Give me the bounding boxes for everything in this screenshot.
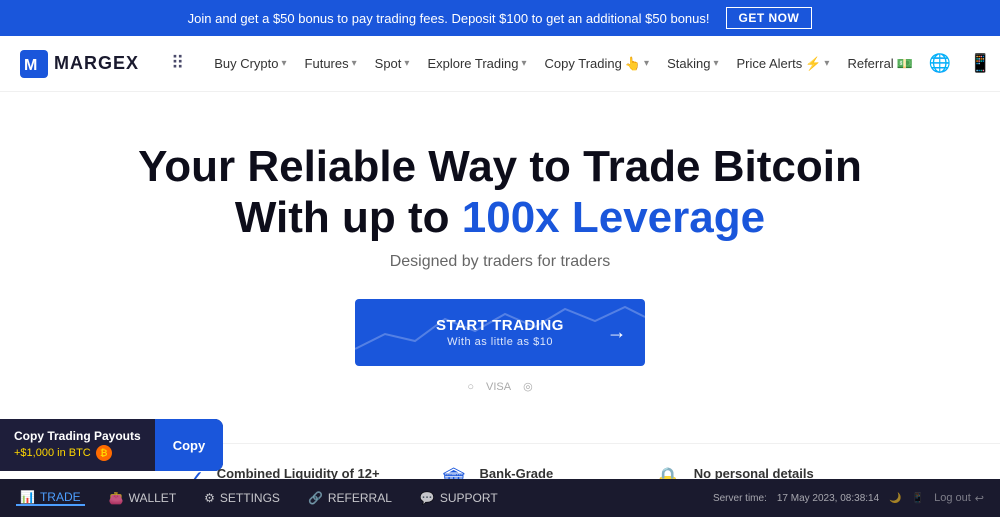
chevron-down-icon: ▾ <box>522 58 527 69</box>
bottom-tab-referral[interactable]: 🔗 REFERRAL <box>304 491 396 505</box>
nav-futures[interactable]: Futures ▾ <box>299 50 363 77</box>
chevron-down-icon: ▾ <box>713 58 718 69</box>
server-info: Server time: 17 May 2023, 08:38:14 🌙 📱 L… <box>713 492 984 505</box>
globe-icon[interactable]: 🌐 <box>925 49 955 78</box>
copy-trading-emoji: 👆 <box>625 56 641 72</box>
nav-price-alerts[interactable]: Price Alerts ⚡ ▾ <box>730 50 835 78</box>
support-icon: 💬 <box>420 491 435 505</box>
bottom-tab-support[interactable]: 💬 SUPPORT <box>416 491 502 505</box>
bottom-tab-trade[interactable]: 📊 TRADE <box>16 490 85 506</box>
bottom-tab-wallet-label: WALLET <box>129 491 177 505</box>
get-now-button[interactable]: GET NOW <box>726 7 813 29</box>
bottom-tab-wallet[interactable]: 👛 WALLET <box>105 491 181 505</box>
hero-line2-plain: With up to <box>235 193 462 242</box>
navbar: M MARGEX ⠿ Buy Crypto ▾ Futures ▾ Spot ▾… <box>0 36 1000 92</box>
logo[interactable]: M MARGEX <box>20 50 139 78</box>
bottom-tab-referral-label: REFERRAL <box>328 491 392 505</box>
nav-right: 🌐 📱 LOGIN START TRADING <box>925 41 1000 87</box>
server-time-value: 17 May 2023, 08:38:14 <box>777 493 879 504</box>
payment-icon-paypal: ○ <box>467 381 474 393</box>
settings-icon: ⚙ <box>204 491 215 505</box>
banner-text: Join and get a $50 bonus to pay trading … <box>188 11 710 26</box>
cta-label: START TRADING <box>436 317 564 334</box>
apps-icon[interactable]: ⠿ <box>167 49 188 78</box>
hero-subtitle: Designed by traders for traders <box>20 253 980 271</box>
logout-button[interactable]: Log out ↩ <box>934 492 984 505</box>
popup-copy-button[interactable]: Copy <box>155 419 224 471</box>
nav-copy-trading[interactable]: Copy Trading 👆 ▾ <box>539 50 656 78</box>
chevron-down-icon: ▾ <box>824 58 829 69</box>
chevron-down-icon: ▾ <box>404 58 409 69</box>
hero-section: Your Reliable Way to Trade Bitcoin With … <box>0 92 1000 443</box>
hero-cta-button[interactable]: START TRADING With as little as $10 → <box>355 299 645 366</box>
popup-title: Copy Trading Payouts <box>14 429 141 443</box>
payment-icon-mastercard: ◎ <box>523 380 533 393</box>
top-banner: Join and get a $50 bonus to pay trading … <box>0 0 1000 36</box>
nav-explore-trading[interactable]: Explore Trading ▾ <box>421 50 532 77</box>
cta-sublabel: With as little as $10 <box>447 336 553 348</box>
cta-wrapper: START TRADING With as little as $10 → <box>20 299 980 366</box>
arrow-right-icon: → <box>607 321 628 344</box>
moon-icon: 🌙 <box>889 493 901 504</box>
svg-text:M: M <box>24 57 37 74</box>
referral-icon: 🔗 <box>308 491 323 505</box>
hero-headline: Your Reliable Way to Trade Bitcoin With … <box>20 142 980 243</box>
chevron-down-icon: ▾ <box>644 58 649 69</box>
hero-line1: Your Reliable Way to Trade Bitcoin <box>138 142 862 191</box>
bottom-tab-trade-label: TRADE <box>40 490 81 504</box>
payment-icons: ○ VISA ◎ <box>20 380 980 393</box>
bottom-trading-bar: 📊 TRADE 👛 WALLET ⚙ SETTINGS 🔗 REFERRAL 💬… <box>0 479 1000 517</box>
nav-staking[interactable]: Staking ▾ <box>661 50 724 77</box>
bottom-tab-settings-label: SETTINGS <box>220 491 280 505</box>
popup-value: +$1,000 in BTC ₿ <box>14 445 141 461</box>
referral-emoji: 💵 <box>897 56 913 72</box>
popup-value-text: +$1,000 in BTC <box>14 447 91 459</box>
price-alerts-emoji: ⚡ <box>805 56 821 72</box>
chevron-down-icon: ▾ <box>282 58 287 69</box>
bitcoin-badge: ₿ <box>96 445 112 461</box>
nav-referral[interactable]: Referral 💵 <box>841 50 918 78</box>
hero-line2-highlight: 100x Leverage <box>462 193 765 242</box>
chevron-down-icon: ▾ <box>352 58 357 69</box>
popup-info: Copy Trading Payouts +$1,000 in BTC ₿ <box>0 419 155 471</box>
copy-trading-popup: Copy Trading Payouts +$1,000 in BTC ₿ Co… <box>0 419 223 471</box>
server-time-label: Server time: <box>713 493 767 504</box>
logo-icon: M <box>20 50 48 78</box>
wallet-icon: 👛 <box>109 491 124 505</box>
trade-icon: 📊 <box>20 490 35 504</box>
bottom-tab-support-label: SUPPORT <box>440 491 498 505</box>
mobile2-icon: 📱 <box>912 493 924 504</box>
nav-buy-crypto[interactable]: Buy Crypto ▾ <box>208 50 292 77</box>
nav-spot[interactable]: Spot ▾ <box>369 50 416 77</box>
logo-text: MARGEX <box>54 53 139 74</box>
mobile-icon[interactable]: 📱 <box>965 49 995 78</box>
logout-icon: ↩ <box>975 492 984 505</box>
bottom-tab-settings[interactable]: ⚙ SETTINGS <box>200 491 284 505</box>
payment-icon-visa: VISA <box>486 381 511 393</box>
logout-label: Log out <box>934 492 971 504</box>
